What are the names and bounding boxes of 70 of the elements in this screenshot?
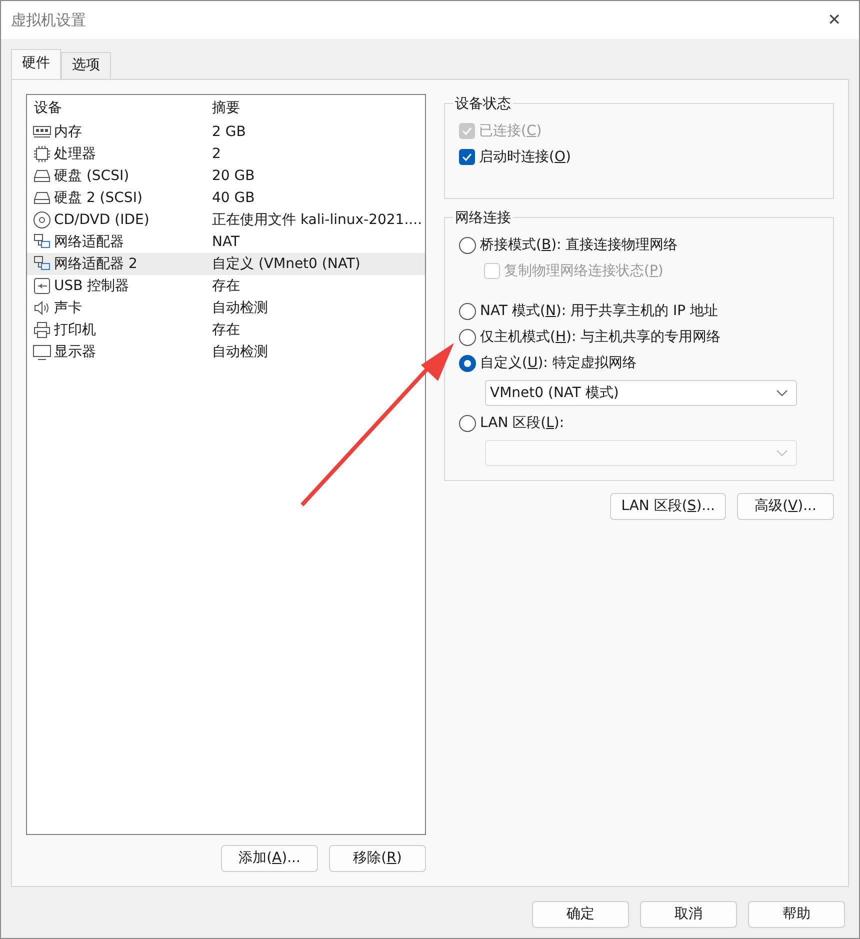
chevron-icon <box>776 449 788 457</box>
device-summary: 自动检测 <box>211 298 268 318</box>
dialog-button[interactable]: 帮助 <box>748 901 845 928</box>
radio-label: LAN 区段(L): <box>480 414 564 432</box>
device-summary: 20 GB <box>211 166 255 186</box>
device-row[interactable]: 网络适配器 NAT <box>27 231 425 253</box>
monitor-icon <box>32 342 52 362</box>
action-button[interactable]: 添加(A)... <box>221 845 318 872</box>
device-row[interactable]: 打印机 存在 <box>27 319 425 341</box>
device-row[interactable]: 显示器 自动检测 <box>27 341 425 363</box>
dropdown[interactable]: VMnet0 (NAT 模式) <box>485 380 797 406</box>
device-name: 显示器 <box>54 342 96 362</box>
radio-button[interactable] <box>459 414 476 432</box>
checkbox-label: 已连接(C) <box>479 122 542 140</box>
device-name: 打印机 <box>54 320 96 340</box>
checkbox-label: 启动时连接(O) <box>479 148 571 166</box>
chevron-icon <box>776 389 788 397</box>
device-row[interactable]: 硬盘 (SCSI) 20 GB <box>27 165 425 187</box>
device-name: 处理器 <box>54 144 96 164</box>
checkmark-icon <box>462 153 472 161</box>
device-name: 网络适配器 <box>54 232 124 252</box>
device-summary: 存在 <box>211 320 240 340</box>
device-summary: 正在使用文件 kali-linux-2021.... <box>211 210 422 230</box>
radio-label: 自定义(U): 特定虚拟网络 <box>480 354 636 372</box>
device-row[interactable]: 处理器 2 <box>27 143 425 165</box>
checkbox[interactable] <box>459 149 475 165</box>
window-title: 虚拟机设置 <box>11 10 86 31</box>
device-row[interactable]: CD/DVD (IDE) 正在使用文件 kali-linux-2021.... <box>27 209 425 231</box>
radio-button[interactable] <box>459 302 476 320</box>
column-header: 摘要 <box>211 98 240 118</box>
device-row[interactable]: USB 控制器 存在 <box>27 275 425 297</box>
device-summary: 自动检测 <box>211 342 268 362</box>
radio-label: 仅主机模式(H): 与主机共享的专用网络 <box>480 328 721 346</box>
printer-icon <box>32 320 52 340</box>
disc-icon <box>32 210 52 230</box>
action-button[interactable]: LAN 区段(S)... <box>610 493 726 520</box>
radio-button[interactable] <box>459 354 476 372</box>
device-summary: 2 <box>211 144 221 164</box>
dialog-button[interactable]: 确定 <box>532 901 629 928</box>
close-button[interactable]: ✕ <box>822 8 847 32</box>
device-row[interactable]: 硬盘 2 (SCSI) 40 GB <box>27 187 425 209</box>
device-name: 网络适配器 2 <box>54 254 138 274</box>
checkmark-icon <box>462 127 472 135</box>
radio-button[interactable] <box>459 236 476 254</box>
device-row[interactable]: 声卡 自动检测 <box>27 297 425 319</box>
device-name: 硬盘 (SCSI) <box>54 166 130 186</box>
device-summary: NAT <box>211 232 240 252</box>
device-name: CD/DVD (IDE) <box>54 210 150 230</box>
device-name: 声卡 <box>54 298 82 318</box>
device-name: 内存 <box>54 122 82 142</box>
radio-button[interactable] <box>459 328 476 346</box>
device-row[interactable]: 内存 2 GB <box>27 121 425 143</box>
radio-label: 桥接模式(B): 直接连接物理网络 <box>480 236 678 254</box>
device-name: USB 控制器 <box>54 276 130 296</box>
radio-label: NAT 模式(N): 用于共享主机的 IP 地址 <box>480 302 718 320</box>
device-summary: 自定义 (VMnet0 (NAT) <box>211 254 360 274</box>
tab[interactable]: 硬件 <box>11 49 61 79</box>
checkbox-label: 复制物理网络连接状态(P) <box>504 262 664 280</box>
action-button[interactable]: 移除(R) <box>329 845 426 872</box>
device-summary: 存在 <box>211 276 240 296</box>
column-header: 设备 <box>33 98 63 118</box>
device-summary: 2 GB <box>211 122 246 142</box>
device-name: 硬盘 2 (SCSI) <box>54 188 142 208</box>
tab[interactable]: 选项 <box>61 52 111 79</box>
action-button[interactable]: 高级(V)... <box>737 493 834 520</box>
usb-icon <box>32 276 52 296</box>
device-row[interactable]: 网络适配器 2 自定义 (VMnet0 (NAT) <box>27 253 425 275</box>
dialog-button[interactable]: 取消 <box>640 901 737 928</box>
device-summary: 40 GB <box>211 188 255 208</box>
chip-icon <box>32 144 52 164</box>
